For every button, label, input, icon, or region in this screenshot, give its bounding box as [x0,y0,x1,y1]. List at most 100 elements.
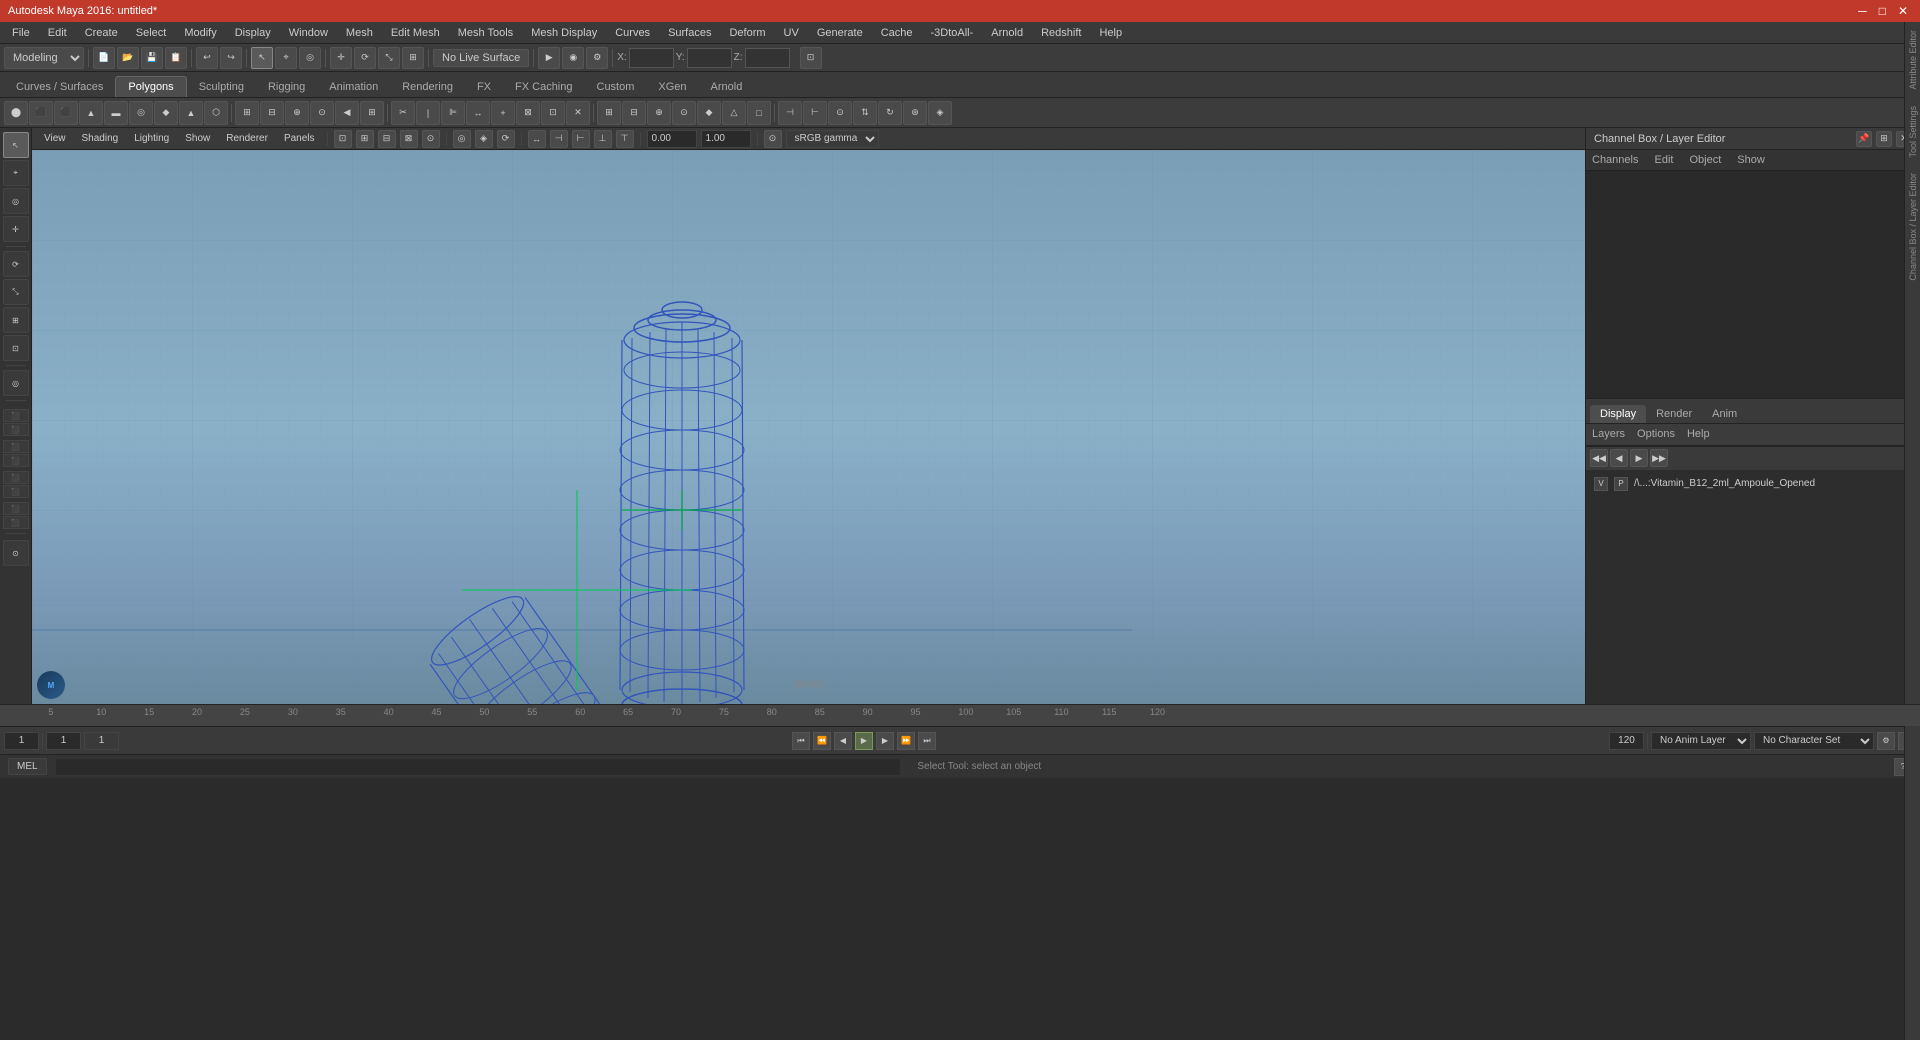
tab-sculpting[interactable]: Sculpting [187,77,256,97]
display-tab-anim[interactable]: Anim [1702,405,1747,423]
side-small-btn7[interactable]: ⬛ [3,502,29,515]
show-manip-btn[interactable]: ⊡ [3,335,29,361]
anim-layer-dropdown[interactable]: No Anim Layer [1651,732,1751,750]
menu-uv[interactable]: UV [776,25,807,41]
connect-icon-btn[interactable]: + [491,101,515,125]
select-tool-btn[interactable]: ↖ [3,132,29,158]
menu-modify[interactable]: Modify [176,25,224,41]
vp-lighting-menu[interactable]: Lighting [128,131,175,146]
universal-tool-btn[interactable]: ⊞ [3,307,29,333]
menu-3dtoall[interactable]: -3DtoAll- [923,25,982,41]
layer-playback-btn[interactable]: P [1614,477,1628,491]
fill-hole-icon-btn[interactable]: ⊙ [310,101,334,125]
no-live-surface-btn[interactable]: No Live Surface [433,49,529,67]
target-weld-icon-btn[interactable]: ⊙ [828,101,852,125]
tab-animation[interactable]: Animation [317,77,390,97]
wedge-icon-btn[interactable]: ◀ [335,101,359,125]
vp-value1-field[interactable] [647,130,697,148]
go-to-end-btn[interactable]: ⏭ [918,732,936,750]
vp-view4[interactable]: ⊥ [594,130,612,148]
tab-curves-surfaces[interactable]: Curves / Surfaces [4,77,115,97]
side-small-btn4[interactable]: ⬛ [3,454,29,467]
cb-channels-tab[interactable]: Channels [1592,154,1638,166]
slide-edge-icon-btn[interactable]: ↔ [466,101,490,125]
mode-dropdown[interactable]: Modeling [4,47,84,69]
vp-ctrl4[interactable]: ⊠ [400,130,418,148]
render-settings-btn[interactable]: ⚙ [586,47,608,69]
transform-btn[interactable]: ⊞ [402,47,424,69]
mirror-icon-btn[interactable]: ⊣ [778,101,802,125]
snap-btn[interactable]: ⊡ [800,47,822,69]
tab-xgen[interactable]: XGen [646,77,698,97]
cone-icon-btn[interactable]: ▲ [79,101,103,125]
menu-select[interactable]: Select [128,25,175,41]
spin-edge-icon-btn[interactable]: ↻ [878,101,902,125]
multi-cut-icon-btn[interactable]: ✂ [391,101,415,125]
display-subtab-help[interactable]: Help [1687,428,1710,440]
tab-fx-caching[interactable]: FX Caching [503,77,584,97]
undo-btn[interactable]: ↩ [196,47,218,69]
field3[interactable] [84,732,119,750]
layer-icon-2[interactable]: ◀ [1610,449,1628,467]
layer-visibility-btn[interactable]: V [1594,477,1608,491]
side-small-btn8[interactable]: ⬛ [3,516,29,529]
menu-mesh-tools[interactable]: Mesh Tools [450,25,521,41]
vp-renderer-menu[interactable]: Renderer [220,131,274,146]
z-field[interactable] [745,48,790,68]
tab-arnold[interactable]: Arnold [699,77,755,97]
vp-shading-menu[interactable]: Shading [76,131,125,146]
display-subtab-options[interactable]: Options [1637,428,1675,440]
attr-editor-tab[interactable]: Attribute Editor [1906,22,1920,98]
separate-icon-btn[interactable]: ⊟ [622,101,646,125]
cb-show-tab[interactable]: Show [1737,154,1765,166]
close-btn[interactable]: ✕ [1894,4,1912,18]
menu-surfaces[interactable]: Surfaces [660,25,719,41]
menu-curves[interactable]: Curves [607,25,658,41]
vp-view2[interactable]: ⊣ [550,130,568,148]
script-input[interactable] [55,758,902,776]
minimize-btn[interactable]: ─ [1854,4,1871,18]
side-small-btn2[interactable]: ⬛ [3,423,29,436]
vp-ctrl5[interactable]: ⊙ [422,130,440,148]
cb-expand-btn[interactable]: ⊞ [1876,131,1892,147]
cb-pin-btn[interactable]: 📌 [1856,131,1872,147]
x-field[interactable] [629,48,674,68]
plane-icon-btn[interactable]: ▬ [104,101,128,125]
menu-display[interactable]: Display [227,25,279,41]
render-btn[interactable]: ▶ [538,47,560,69]
save-as-btn[interactable]: 📋 [165,47,187,69]
go-to-start-btn[interactable]: ⏮ [792,732,810,750]
rotate-btn[interactable]: ⟳ [354,47,376,69]
next-frame-btn[interactable]: ▶ [876,732,894,750]
insert-edge-icon-btn[interactable]: | [416,101,440,125]
move-btn[interactable]: ✛ [330,47,352,69]
tab-rendering[interactable]: Rendering [390,77,465,97]
vp-ctrl3[interactable]: ⊟ [378,130,396,148]
torus-icon-btn[interactable]: ◎ [129,101,153,125]
layer-row-0[interactable]: V P /\...:Vitamin_B12_2ml_Ampoule_Opened [1590,474,1916,494]
snap-icon-btn[interactable]: ⊙ [3,540,29,566]
quadrangulate-icon-btn[interactable]: □ [747,101,771,125]
end-frame-field[interactable] [1609,732,1644,750]
pipe-icon-btn[interactable]: ⬡ [204,101,228,125]
lasso-tool-btn[interactable]: ⌖ [3,160,29,186]
step-forward-btn[interactable]: ⏩ [897,732,915,750]
poke-icon-btn[interactable]: ⊛ [903,101,927,125]
tool-settings-tab[interactable]: Tool Settings [1906,98,1920,166]
display-subtab-layers[interactable]: Layers [1592,428,1625,440]
triangulate-icon-btn[interactable]: △ [722,101,746,125]
boolean-icon-btn[interactable]: ⊕ [647,101,671,125]
rotate-tool-btn[interactable]: ⟳ [3,251,29,277]
vp-cam3[interactable]: ⟳ [497,130,515,148]
new-btn[interactable]: 📄 [93,47,115,69]
merge-icon-btn[interactable]: ⊡ [541,101,565,125]
prism-icon-btn[interactable]: ◆ [154,101,178,125]
side-small-btn3[interactable]: ⬛ [3,440,29,453]
vp-view5[interactable]: ⊤ [616,130,634,148]
menu-mesh-display[interactable]: Mesh Display [523,25,605,41]
character-set-dropdown[interactable]: No Character Set [1754,732,1874,750]
tab-rigging[interactable]: Rigging [256,77,317,97]
pyramid-icon-btn[interactable]: ▲ [179,101,203,125]
paint-select-btn[interactable]: ◎ [3,188,29,214]
vp-ctrl2[interactable]: ⊞ [356,130,374,148]
